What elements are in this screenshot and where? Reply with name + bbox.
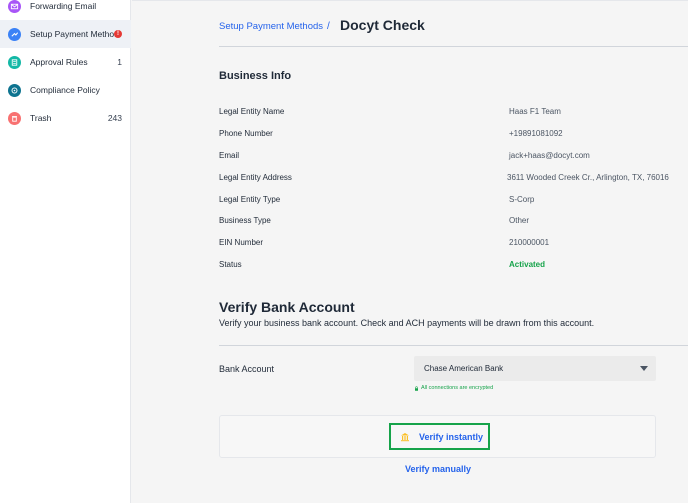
business-info-title: Business Info <box>219 70 292 82</box>
rules-icon <box>8 55 21 69</box>
sidebar-item-label: Trash <box>30 113 52 123</box>
mail-icon <box>8 0 21 13</box>
sidebar-item-label: Approval Rules <box>30 57 88 67</box>
sidebar-item-label: Compliance Policy <box>30 85 100 95</box>
info-value-phone-number: +19891081092 <box>509 129 563 138</box>
sidebar-item-count: 1 <box>117 57 122 67</box>
bank-account-select[interactable]: Chase American Bank <box>414 356 656 381</box>
sidebar-item-setup-payment[interactable]: Setup Payment Metho... ! <box>0 20 131 48</box>
verify-bank-account-title: Verify Bank Account <box>219 299 355 315</box>
info-label-email: Email <box>219 151 240 160</box>
verify-divider <box>219 345 688 346</box>
breadcrumb-link-setup-payment-methods[interactable]: Setup Payment Methods <box>219 21 323 32</box>
trash-icon <box>8 111 21 125</box>
compliance-icon <box>8 83 21 97</box>
info-label-legal-entity-name: Legal Entity Name <box>219 107 285 116</box>
info-label-ein-number: EIN Number <box>219 238 264 247</box>
chevron-down-icon <box>640 366 648 371</box>
info-value-legal-entity-type: S-Corp <box>509 195 535 204</box>
encryption-note-text: All connections are encrypted <box>421 385 494 391</box>
info-value-email: jack+haas@docyt.com <box>509 151 590 160</box>
verify-instantly-label: Verify instantly <box>419 432 484 442</box>
sidebar-item-approval-rules[interactable]: Approval Rules 1 <box>0 48 131 76</box>
sidebar-item-label: Setup Payment Metho... <box>30 29 122 39</box>
breadcrumb-separator: / <box>327 21 330 32</box>
info-value-legal-entity-address: 3611 Wooded Creek Cr., Arlington, TX, 76… <box>507 173 669 182</box>
alert-badge: ! <box>114 30 122 38</box>
bank-icon <box>401 433 409 442</box>
page-title: Docyt Check <box>340 17 425 33</box>
verify-instantly-button[interactable]: Verify instantly <box>389 423 490 450</box>
top-divider <box>132 0 688 1</box>
header-divider <box>219 46 688 47</box>
info-value-business-type: Other <box>509 216 530 225</box>
info-value-legal-entity-name: Haas F1 Team <box>509 107 561 116</box>
info-value-ein-number: 210000001 <box>509 238 550 247</box>
verify-description: Verify your business bank account. Check… <box>219 318 595 328</box>
info-label-phone-number: Phone Number <box>219 129 273 138</box>
info-label-business-type: Business Type <box>219 216 271 225</box>
info-label-legal-entity-address: Legal Entity Address <box>219 173 292 182</box>
verify-manually-link[interactable]: Verify manually <box>405 464 471 474</box>
sidebar-item-label: Forwarding Email <box>30 1 97 11</box>
status-badge: Activated <box>509 260 546 269</box>
sidebar-item-compliance-policy[interactable]: Compliance Policy <box>0 76 131 104</box>
sidebar-item-forwarding-email[interactable]: Forwarding Email <box>0 0 131 20</box>
info-label-status: Status <box>219 260 242 269</box>
bank-account-label: Bank Account <box>219 364 275 374</box>
sidebar: Forwarding Email Setup Payment Metho... … <box>0 0 131 503</box>
lock-icon <box>415 385 418 391</box>
sidebar-item-trash[interactable]: Trash 243 <box>0 104 131 132</box>
sidebar-item-count: 243 <box>107 113 122 123</box>
encryption-note: All connections are encrypted <box>414 385 493 391</box>
bank-account-selected-value: Chase American Bank <box>424 364 504 373</box>
payment-icon <box>8 27 21 41</box>
info-label-legal-entity-type: Legal Entity Type <box>219 195 281 204</box>
